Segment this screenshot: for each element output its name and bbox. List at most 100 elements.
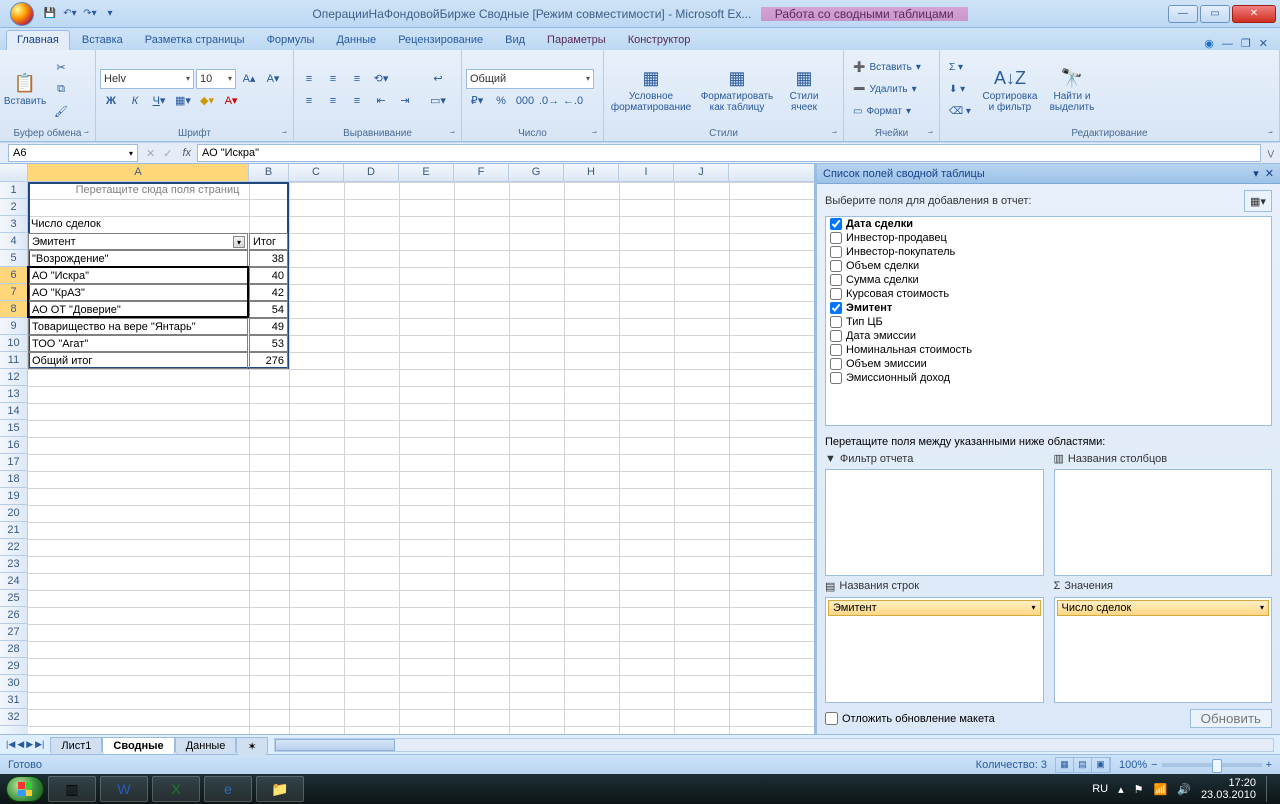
clock[interactable]: 17:2023.03.2010	[1201, 777, 1256, 801]
bold-button[interactable]: Ж	[100, 91, 122, 111]
format-as-table-button[interactable]: ▦Форматировать как таблицу	[698, 66, 776, 113]
align-left-button[interactable]: ≡	[298, 91, 320, 111]
expand-formula-bar-icon[interactable]: ⋁	[1261, 149, 1280, 158]
tray-volume-icon[interactable]: 🔊	[1177, 783, 1191, 796]
insert-cells-button[interactable]: ➕ Вставить ▾	[848, 58, 935, 78]
formula-input[interactable]: АО "Искра"	[197, 144, 1261, 162]
cell-B11[interactable]: 276	[249, 352, 288, 369]
tray-show-hidden-icon[interactable]: ▴	[1118, 783, 1124, 796]
font-size-combo[interactable]: 10▾	[196, 69, 236, 89]
taskbar-app-1[interactable]: ▥	[48, 776, 96, 802]
cell-A5[interactable]: "Возрождение"	[28, 250, 248, 267]
tab-view[interactable]: Вид	[495, 31, 535, 50]
col-header-A[interactable]: A	[28, 164, 249, 181]
col-header-B[interactable]: B	[249, 164, 289, 181]
select-all-corner[interactable]	[0, 164, 28, 181]
normal-view-button[interactable]: ▦	[1056, 758, 1074, 772]
row-header-28[interactable]: 28	[0, 641, 28, 658]
col-header-I[interactable]: I	[619, 164, 674, 181]
col-header-F[interactable]: F	[454, 164, 509, 181]
field-checkbox-5[interactable]	[830, 288, 842, 300]
spreadsheet-grid[interactable]: ABCDEFGHIJ 12345678910111213141516171819…	[0, 164, 816, 734]
decrease-indent-button[interactable]: ⇤	[370, 91, 392, 111]
field-item-8[interactable]: Дата эмиссии	[826, 329, 1271, 343]
taskbar-word[interactable]: W	[100, 776, 148, 802]
cell-B5[interactable]: 38	[249, 250, 288, 267]
tab-review[interactable]: Рецензирование	[388, 31, 493, 50]
row-header-22[interactable]: 22	[0, 539, 28, 556]
row-field-pill[interactable]: Эмитент▾	[828, 600, 1041, 616]
cell-A7[interactable]: АО "КрАЗ"	[28, 284, 248, 301]
format-cells-button[interactable]: ▭ Формат ▾	[848, 102, 935, 122]
area-rows-box[interactable]: Эмитент▾	[825, 597, 1044, 704]
field-item-6[interactable]: Эмитент	[826, 301, 1271, 315]
new-sheet-tab[interactable]: ✶	[236, 737, 267, 755]
undo-icon[interactable]: ↶▾	[62, 6, 78, 22]
row-header-27[interactable]: 27	[0, 624, 28, 641]
page-break-view-button[interactable]: ▣	[1092, 758, 1110, 772]
field-checkbox-6[interactable]	[830, 302, 842, 314]
field-checkbox-7[interactable]	[830, 316, 842, 328]
office-button[interactable]	[4, 0, 40, 28]
field-item-1[interactable]: Инвестор-продавец	[826, 231, 1271, 245]
increase-indent-button[interactable]: ⇥	[394, 91, 416, 111]
tab-data[interactable]: Данные	[326, 31, 386, 50]
field-item-3[interactable]: Объем сделки	[826, 259, 1271, 273]
wrap-text-button[interactable]: ↩	[424, 69, 452, 89]
row-header-29[interactable]: 29	[0, 658, 28, 675]
name-box[interactable]: A6▾	[8, 144, 138, 162]
taskbar-excel[interactable]: X	[152, 776, 200, 802]
sheet-tab-2[interactable]: Сводные	[102, 737, 174, 754]
paste-button[interactable]: 📋Вставить	[4, 71, 46, 108]
underline-button[interactable]: Ч▾	[148, 91, 170, 111]
qat-more-icon[interactable]: ▾	[102, 6, 118, 22]
col-header-J[interactable]: J	[674, 164, 729, 181]
row-header-15[interactable]: 15	[0, 420, 28, 437]
field-item-11[interactable]: Эмиссионный доход	[826, 371, 1271, 385]
field-checkbox-11[interactable]	[830, 372, 842, 384]
next-sheet-icon[interactable]: ▶	[26, 739, 33, 750]
delete-cells-button[interactable]: ➖ Удалить ▾	[848, 80, 935, 100]
field-item-10[interactable]: Объем эмиссии	[826, 357, 1271, 371]
row-header-13[interactable]: 13	[0, 386, 28, 403]
area-cols-box[interactable]	[1054, 469, 1273, 576]
sheet-tab-3[interactable]: Данные	[175, 737, 237, 754]
row-header-1[interactable]: 1	[0, 182, 28, 199]
align-center-button[interactable]: ≡	[322, 91, 344, 111]
cell-B9[interactable]: 49	[249, 318, 288, 335]
field-checkbox-3[interactable]	[830, 260, 842, 272]
fx-icon[interactable]: fx	[176, 147, 197, 159]
doc-restore-button[interactable]: ❐	[1241, 37, 1251, 50]
fill-color-button[interactable]: ◆▾	[196, 91, 218, 111]
merge-cells-button[interactable]: ▭▾	[424, 91, 452, 111]
first-sheet-icon[interactable]: |◀	[6, 739, 15, 750]
cell-A10[interactable]: ТОО "Агат"	[28, 335, 248, 352]
close-button[interactable]: ✕	[1232, 5, 1276, 23]
row-header-11[interactable]: 11	[0, 352, 28, 369]
cell-B4[interactable]: Итог	[249, 233, 288, 250]
enter-formula-icon[interactable]: ✓	[159, 147, 176, 160]
row-header-3[interactable]: 3	[0, 216, 28, 233]
copy-button[interactable]: ⧉	[50, 80, 72, 100]
taskbar-ie[interactable]: e	[204, 776, 252, 802]
cells-area[interactable]: Перетащите сюда поля страницЧисло сделок…	[28, 182, 814, 734]
row-header-31[interactable]: 31	[0, 692, 28, 709]
field-checkbox-8[interactable]	[830, 330, 842, 342]
orientation-button[interactable]: ⟲▾	[370, 69, 392, 89]
row-header-17[interactable]: 17	[0, 454, 28, 471]
language-indicator[interactable]: RU	[1092, 783, 1108, 795]
taskbar-explorer[interactable]: 📁	[256, 776, 304, 802]
row-header-4[interactable]: 4	[0, 233, 28, 250]
grow-font-button[interactable]: A▴	[238, 69, 260, 89]
row-header-7[interactable]: 7	[0, 284, 28, 301]
col-header-C[interactable]: C	[289, 164, 344, 181]
area-vals-box[interactable]: Число сделок▾	[1054, 597, 1273, 704]
pivot-page-drop[interactable]: Перетащите сюда поля страниц	[28, 182, 287, 199]
field-item-9[interactable]: Номинальная стоимость	[826, 343, 1271, 357]
number-format-combo[interactable]: Общий▾	[466, 69, 594, 89]
area-filter-box[interactable]	[825, 469, 1044, 576]
defer-update-checkbox[interactable]: Отложить обновление макета	[825, 712, 995, 725]
row-header-23[interactable]: 23	[0, 556, 28, 573]
field-item-0[interactable]: Дата сделки	[826, 217, 1271, 231]
align-middle-button[interactable]: ≡	[322, 69, 344, 89]
